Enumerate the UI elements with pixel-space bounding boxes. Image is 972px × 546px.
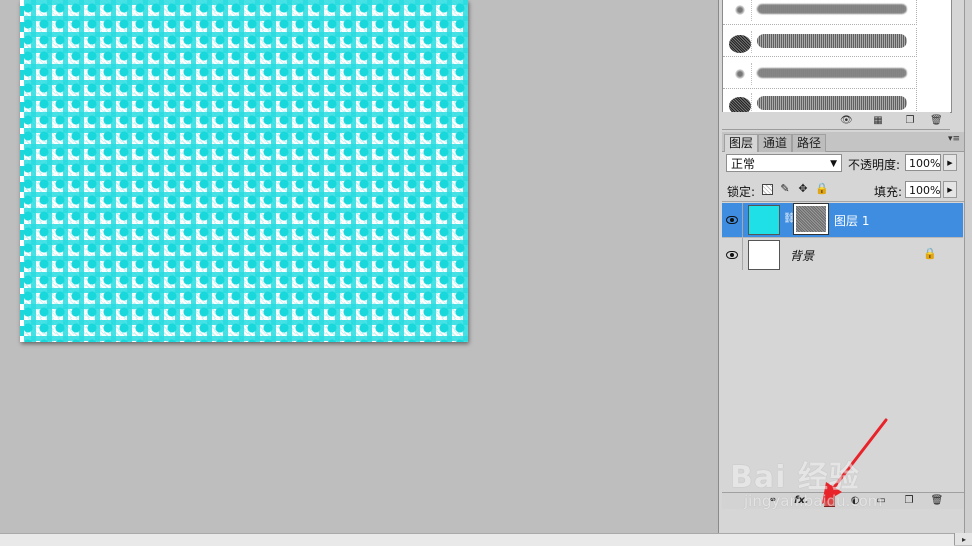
tab-channels[interactable]: 通道 [758, 134, 793, 152]
dock-scrollbar[interactable] [964, 0, 972, 533]
mask-link-chain-icon[interactable]: ⛓ [783, 213, 796, 225]
fill-slider-arrow-icon[interactable]: ▶ [943, 181, 957, 198]
grid-icon[interactable]: ▦ [872, 115, 884, 126]
opacity-field[interactable]: 100% [905, 154, 941, 171]
lock-transparent-icon[interactable] [762, 184, 773, 195]
trash-icon[interactable]: 🗑 [930, 115, 943, 126]
brush-stroke-preview [757, 4, 907, 14]
layer-name[interactable]: 背景 [790, 247, 814, 264]
fx-icon[interactable]: fx. [794, 494, 809, 508]
layer-lock-icon: 🔒 [923, 247, 937, 260]
lock-all-icon[interactable]: 🔒 [815, 182, 829, 195]
layer-thumbnail[interactable] [748, 205, 780, 235]
canvas-workspace[interactable] [0, 0, 718, 533]
lock-move-icon[interactable]: ✥ [797, 182, 809, 195]
chevron-down-icon: ▼ [830, 159, 837, 169]
brush-preset-row[interactable] [723, 28, 917, 57]
visibility-eye-icon[interactable] [722, 203, 743, 237]
new-layer-icon[interactable]: ❐ [902, 494, 916, 508]
status-bar [0, 533, 954, 546]
brush-presets-panel [722, 0, 952, 113]
layer-thumbnail[interactable] [748, 240, 780, 270]
lock-fill-row: 锁定: ✎ ✥ 🔒 填充: 100% ▶ [722, 179, 964, 202]
blend-mode-value: 正常 [731, 157, 756, 171]
lock-brush-icon[interactable]: ✎ [779, 182, 791, 195]
scroll-right-arrow-icon[interactable]: ▸ [954, 533, 972, 545]
brush-preset-row[interactable] [723, 90, 917, 112]
brush-thumb [727, 0, 752, 21]
link-layers-icon[interactable]: ⚭ [766, 494, 780, 508]
document-left-edge [20, 0, 24, 342]
brush-thumb [727, 93, 752, 112]
layer-row-layer1[interactable]: ⛓ 图层 1 [722, 203, 963, 238]
tab-layers[interactable]: 图层 [724, 134, 759, 152]
panel-menu-icon[interactable]: ▾≡ [948, 134, 960, 144]
brush-stroke-preview [757, 34, 907, 48]
fill-field[interactable]: 100% [905, 181, 941, 198]
brush-thumb [727, 63, 752, 85]
lock-label: 锁定: [727, 185, 756, 199]
brush-preset-row[interactable] [723, 60, 917, 89]
layer-row-background[interactable]: 背景 🔒 [722, 238, 963, 273]
blend-opacity-row: 正常 ▼ 不透明度: 100% ▶ [722, 152, 964, 176]
eye-brush-icon[interactable]: 👁 [840, 115, 853, 126]
blend-mode-select[interactable]: 正常 ▼ [726, 154, 842, 172]
opacity-slider-arrow-icon[interactable]: ▶ [943, 154, 957, 171]
brush-stroke-preview [757, 96, 907, 110]
layer-mask-thumbnail[interactable] [793, 203, 829, 235]
document-canvas-pattern[interactable] [20, 0, 468, 342]
opacity-label: 不透明度: [848, 158, 901, 172]
layer-name[interactable]: 图层 1 [834, 212, 869, 229]
tab-paths[interactable]: 路径 [792, 134, 827, 152]
annotation-arrow [822, 418, 888, 504]
layers-panel-tabs: 图层 通道 路径 ▾≡ [722, 132, 964, 152]
trash-icon[interactable]: 🗑 [930, 494, 944, 508]
fill-label: 填充: [874, 185, 903, 199]
brush-panel-footer: 👁 ▦ ❐ 🗑 [722, 112, 950, 130]
brush-thumb [727, 31, 752, 53]
brush-stroke-preview [757, 68, 907, 78]
new-preset-icon[interactable]: ❐ [904, 115, 916, 126]
visibility-eye-icon[interactable] [722, 238, 743, 272]
brush-preset-row[interactable] [723, 0, 917, 25]
